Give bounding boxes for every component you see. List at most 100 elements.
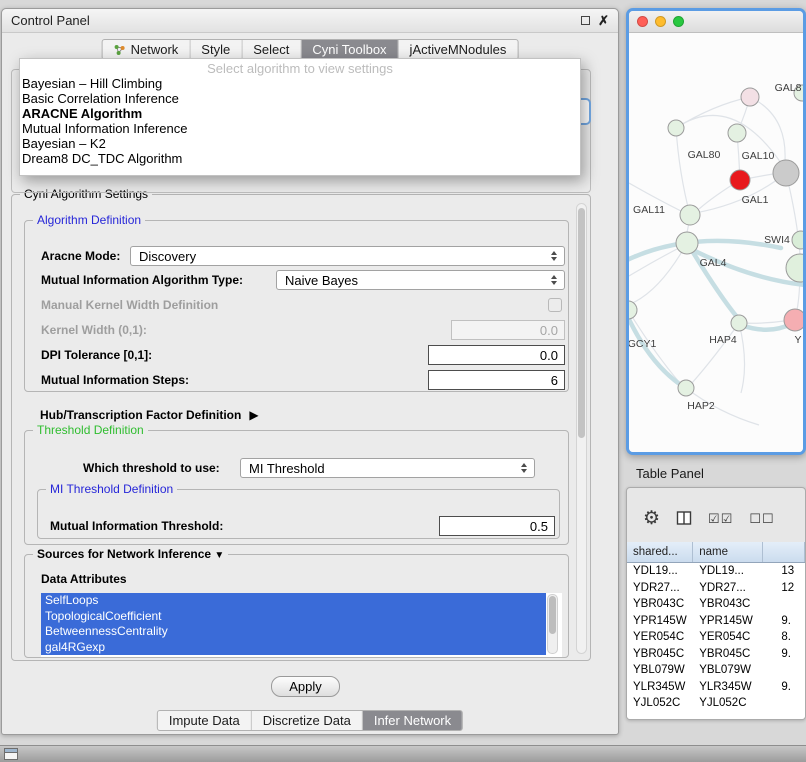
which-threshold-select[interactable]: MI Threshold [240,458,535,478]
hub-definition-label: Hub/Transcription Factor Definition [40,408,241,422]
graph-node[interactable] [680,205,700,225]
algorithm-option[interactable]: Mutual Information Inference [20,121,580,136]
network-graph[interactable]: GAL8GAL80GAL10GAL11GAL1SWI4GAL4GCY1HAP4Y… [629,33,803,452]
expand-arrow-icon[interactable]: ▶ [249,408,258,422]
table-cell: YDR27... [627,582,693,594]
graph-node[interactable] [773,160,799,186]
deselect-all-icon[interactable]: ☐☐ [749,512,774,525]
zoom-button[interactable] [673,16,684,27]
table-row[interactable]: YLR345WYLR345W9. [627,679,805,696]
settings-scrollbar[interactable] [576,203,587,654]
graph-node[interactable] [728,124,746,142]
table-row[interactable]: YBR045CYBR045C9. [627,646,805,663]
graph-node[interactable] [792,231,803,249]
scrollbar-thumb[interactable] [578,208,585,438]
network-window-titlebar [629,11,803,33]
column-header-extra[interactable] [763,542,805,562]
scrollbar-thumb[interactable] [549,596,556,634]
mi-steps-value: 6 [551,373,558,388]
mi-threshold-label: Mutual Information Threshold: [50,516,223,536]
graph-edge [629,249,677,276]
graph-node[interactable] [629,301,637,319]
aracne-mode-select[interactable]: Discovery [130,246,565,266]
graph-node[interactable] [730,170,750,190]
sources-title[interactable]: Sources for Network Inference ▼ [33,547,228,561]
column-header-name[interactable]: name [693,542,763,562]
dropdown-placeholder: Select algorithm to view settings [20,61,580,76]
graph-node[interactable] [741,88,759,106]
mi-threshold-value: 0.5 [530,519,548,534]
sources-group: Sources for Network Inference ▼ Data Att… [24,554,569,658]
network-canvas[interactable]: GAL8GAL80GAL10GAL11GAL1SWI4GAL4GCY1HAP4Y… [629,33,803,452]
tab-label: Network [131,42,179,57]
data-attribute-item[interactable]: BetweennessCentrality [41,624,546,640]
algorithm-definition-title: Algorithm Definition [33,213,145,227]
table-cell: YBR043C [627,598,693,610]
dpi-tolerance-input[interactable]: 0.0 [428,345,565,365]
table-row[interactable]: YBR043CYBR043C [627,596,805,613]
mi-algorithm-type-select[interactable]: Naive Bayes [276,270,565,290]
table-cell: 12 [763,582,805,594]
select-columns-icon[interactable] [676,510,692,526]
attribute-list-scrollbar[interactable] [547,594,558,654]
apply-button[interactable]: Apply [271,676,340,697]
table-row[interactable]: YBL079WYBL079W [627,662,805,679]
graph-node[interactable] [784,309,803,331]
collapse-arrow-icon[interactable]: ▼ [214,550,224,561]
node-label: GAL11 [633,204,665,216]
gear-icon[interactable]: ⚙ [643,509,660,528]
tab-jactivemnodules[interactable]: jActiveMNodules [399,40,518,59]
column-header-shared[interactable]: shared... [627,542,693,562]
tab-cyni-toolbox[interactable]: Cyni Toolbox [301,40,398,59]
table-row[interactable]: YPR145WYPR145W9. [627,613,805,630]
table-cell: YER054C [693,631,763,643]
tab-label: Impute Data [169,713,240,728]
threshold-definition-title: Threshold Definition [33,423,148,437]
data-attribute-item[interactable]: SelfLoops [41,593,546,609]
data-attribute-item[interactable]: TopologicalCoefficient [41,609,546,625]
tab-select[interactable]: Select [242,40,301,59]
float-window-icon[interactable] [581,16,590,25]
mi-threshold-input[interactable]: 0.5 [439,516,555,536]
graph-node[interactable] [676,232,698,254]
table-row[interactable]: YDR27...YDR27...12 [627,580,805,597]
tab-discretize-data[interactable]: Discretize Data [252,711,363,730]
algorithm-option[interactable]: Dream8 DC_TDC Algorithm [20,151,580,166]
node-label: GCY1 [629,338,656,350]
tab-infer-network[interactable]: Infer Network [363,711,462,730]
algorithm-option[interactable]: Basic Correlation Inference [20,91,580,106]
tab-impute-data[interactable]: Impute Data [158,711,252,730]
close-icon[interactable]: ✗ [598,14,609,27]
panel-title: Control Panel [11,13,90,28]
node-label: GAL10 [742,150,775,162]
algorithm-option[interactable]: Bayesian – Hill Climbing [20,76,580,91]
close-button[interactable] [637,16,648,27]
tab-label: Infer Network [374,713,451,728]
algorithm-definition-group: Algorithm Definition Aracne Mode: Discov… [24,220,569,392]
graph-node[interactable] [731,315,747,331]
algorithm-option[interactable]: Bayesian – K2 [20,136,580,151]
mi-threshold-group: MI Threshold Definition Mutual Informati… [37,489,560,539]
graph-edge [692,323,739,383]
minimized-window-icon[interactable] [4,748,18,760]
graph-node[interactable] [668,120,684,136]
node-label: HAP4 [709,334,737,346]
algorithm-option[interactable]: ARACNE Algorithm [20,106,580,121]
table-panel-window: ⚙ ☑☑ ☐☐ shared...name YDL19...YDL19...13… [626,487,806,720]
table-row[interactable]: YJL052CYJL052C [627,695,805,712]
data-attributes-list[interactable]: SelfLoopsTopologicalCoefficientBetweenne… [41,593,562,657]
hub-definition-section[interactable]: Hub/Transcription Factor Definition ▶ [40,407,259,423]
tab-network[interactable]: Network [103,40,191,59]
mi-steps-input[interactable]: 6 [428,370,565,390]
which-threshold-label: Which threshold to use: [83,458,220,478]
manual-kernel-width-checkbox[interactable] [548,298,562,312]
table-row[interactable]: YDL19...YDL19...13 [627,563,805,580]
stepper-icon [548,275,560,285]
data-attribute-item[interactable]: gal4RGexp [41,640,546,656]
table-row[interactable]: YER054CYER054C8. [627,629,805,646]
minimize-button[interactable] [655,16,666,27]
graph-node[interactable] [786,254,803,282]
tab-style[interactable]: Style [190,40,242,59]
select-all-icon[interactable]: ☑☑ [708,512,733,525]
graph-node[interactable] [678,380,694,396]
